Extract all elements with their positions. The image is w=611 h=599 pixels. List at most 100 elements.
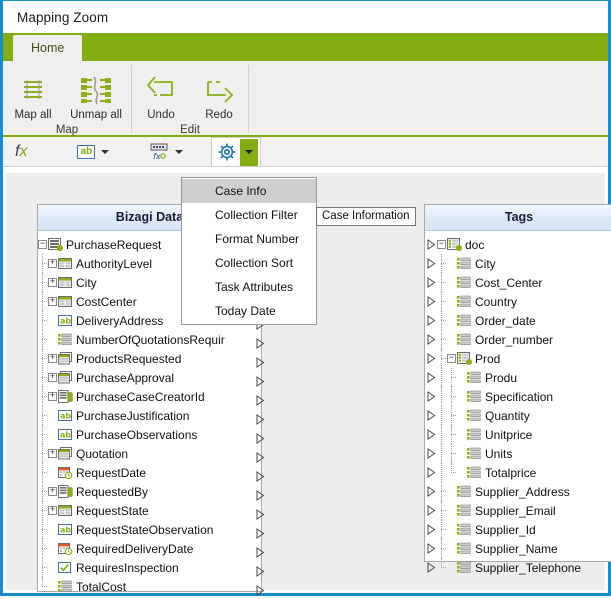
tree-expander[interactable]: +: [48, 449, 57, 458]
map-connector-arrow[interactable]: [249, 542, 265, 558]
tab-home[interactable]: Home: [13, 35, 83, 61]
tree-node[interactable]: Supplier_Address: [425, 482, 611, 501]
tree-expander[interactable]: +: [48, 392, 57, 401]
tree-node[interactable]: Specification: [425, 387, 611, 406]
tree-node[interactable]: Units: [425, 444, 611, 463]
tree-expander[interactable]: +: [48, 373, 57, 382]
map-connector-arrow[interactable]: [425, 562, 437, 573]
tree-expander[interactable]: −: [437, 240, 446, 249]
tree-node[interactable]: Supplier_Telephone: [425, 558, 611, 577]
tree-node[interactable]: + PurchaseCaseCreatorId: [38, 387, 265, 406]
tree-node[interactable]: Totalprice: [425, 463, 611, 482]
redo-button[interactable]: Redo: [190, 67, 248, 121]
map-connector-arrow[interactable]: [425, 524, 437, 535]
tree-node[interactable]: + PurchaseApproval: [38, 368, 265, 387]
map-connector-arrow[interactable]: [249, 390, 265, 406]
map-connector-arrow[interactable]: [249, 485, 265, 501]
tree-node[interactable]: − doc: [425, 235, 611, 254]
tree-node[interactable]: − Prod: [425, 349, 611, 368]
tree-node[interactable]: RequestDate: [38, 463, 265, 482]
number-format-button[interactable]: fx: [145, 139, 193, 165]
map-connector-arrow[interactable]: [249, 409, 265, 425]
map-connector-arrow[interactable]: [249, 466, 265, 482]
map-connector-arrow[interactable]: [425, 239, 437, 250]
map-connector-arrow[interactable]: [249, 504, 265, 520]
text-icon: ab: [58, 428, 73, 441]
map-connector-arrow[interactable]: [249, 580, 265, 596]
tree-node[interactable]: Supplier_Name: [425, 539, 611, 558]
tree-node[interactable]: Country: [425, 292, 611, 311]
map-connector-arrow[interactable]: [425, 296, 437, 307]
menu-item[interactable]: Case Info: [182, 179, 316, 203]
map-connector-arrow[interactable]: [249, 333, 265, 349]
tree-expander[interactable]: +: [48, 487, 57, 496]
tree-node[interactable]: RequiresInspection: [38, 558, 265, 577]
tree-node[interactable]: Order_number: [425, 330, 611, 349]
tree-node[interactable]: Quantity: [425, 406, 611, 425]
settings-dropdown-toggle[interactable]: [240, 138, 259, 166]
tree-node[interactable]: RequiredDeliveryDate: [38, 539, 265, 558]
map-connector-arrow[interactable]: [425, 543, 437, 554]
tree-node[interactable]: City: [425, 254, 611, 273]
tree-node[interactable]: ab PurchaseObservations: [38, 425, 265, 444]
map-connector-arrow[interactable]: [249, 428, 265, 444]
map-connector-arrow[interactable]: [249, 447, 265, 463]
menu-item[interactable]: Collection Sort: [182, 251, 316, 275]
map-connector-arrow[interactable]: [425, 467, 437, 478]
map-connector-arrow[interactable]: [425, 429, 437, 440]
tree-node[interactable]: TotalCost: [38, 577, 265, 596]
tree-node[interactable]: NumberOfQuotationsRequir: [38, 330, 265, 349]
chevron-down-icon[interactable]: [101, 149, 110, 154]
map-connector-arrow[interactable]: [249, 561, 265, 577]
tree-expander[interactable]: −: [38, 240, 47, 249]
unmap-all-button[interactable]: Unmap all: [63, 67, 129, 121]
tree-node[interactable]: + RequestState: [38, 501, 265, 520]
text-icon: ab: [58, 523, 73, 536]
tree-node[interactable]: Supplier_Id: [425, 520, 611, 539]
map-connector-arrow[interactable]: [425, 486, 437, 497]
tree-expander[interactable]: +: [48, 506, 57, 515]
tree-node-label: PurchaseCaseCreatorId: [76, 389, 205, 404]
function-button[interactable]: fx: [3, 139, 37, 165]
map-connector-arrow[interactable]: [425, 258, 437, 269]
chevron-down-icon[interactable]: [175, 149, 184, 154]
tree-node[interactable]: + Quotation: [38, 444, 265, 463]
tree-node[interactable]: Supplier_Email: [425, 501, 611, 520]
map-connector-arrow[interactable]: [425, 353, 437, 364]
tree-expander[interactable]: +: [48, 278, 57, 287]
map-connector-arrow[interactable]: [425, 448, 437, 459]
tree-node[interactable]: Produ: [425, 368, 611, 387]
settings-split-button[interactable]: [211, 137, 262, 166]
tree-node[interactable]: + ProductsRequested: [38, 349, 265, 368]
menu-item[interactable]: Today Date: [182, 299, 316, 323]
map-connector-arrow[interactable]: [425, 334, 437, 345]
tree-node[interactable]: ab RequestStateObservation: [38, 520, 265, 539]
tree-guide-line: [38, 311, 48, 330]
tree-node[interactable]: Cost_Center: [425, 273, 611, 292]
map-connector-arrow[interactable]: [425, 315, 437, 326]
map-all-button[interactable]: Map all: [3, 67, 63, 121]
map-connector-arrow[interactable]: [425, 505, 437, 516]
tree-node[interactable]: Order_date: [425, 311, 611, 330]
map-connector-arrow[interactable]: [249, 523, 265, 539]
menu-item[interactable]: Format Number: [182, 227, 316, 251]
map-connector-arrow[interactable]: [249, 371, 265, 387]
map-connector-arrow[interactable]: [425, 391, 437, 402]
tree-expander[interactable]: +: [48, 259, 57, 268]
tree-expander[interactable]: +: [48, 297, 57, 306]
menu-item[interactable]: Collection Filter: [182, 203, 316, 227]
map-connector-arrow[interactable]: [425, 410, 437, 421]
tree-expander[interactable]: −: [447, 354, 456, 363]
map-connector-arrow[interactable]: [249, 352, 265, 368]
tree-node[interactable]: + RequestedBy: [38, 482, 265, 501]
menu-item[interactable]: Task Attributes: [182, 275, 316, 299]
map-connector-arrow[interactable]: [425, 277, 437, 288]
undo-button[interactable]: Undo: [132, 67, 190, 121]
tree-node[interactable]: ab PurchaseJustification: [38, 406, 265, 425]
tree-node[interactable]: Unitprice: [425, 425, 611, 444]
tree-expander[interactable]: +: [48, 354, 57, 363]
map-connector-arrow[interactable]: [425, 372, 437, 383]
text-format-button[interactable]: ab: [73, 139, 119, 165]
gear-icon[interactable]: [214, 139, 240, 165]
settings-dropdown-menu[interactable]: Case Info Collection Filter Format Number C…: [181, 177, 317, 325]
